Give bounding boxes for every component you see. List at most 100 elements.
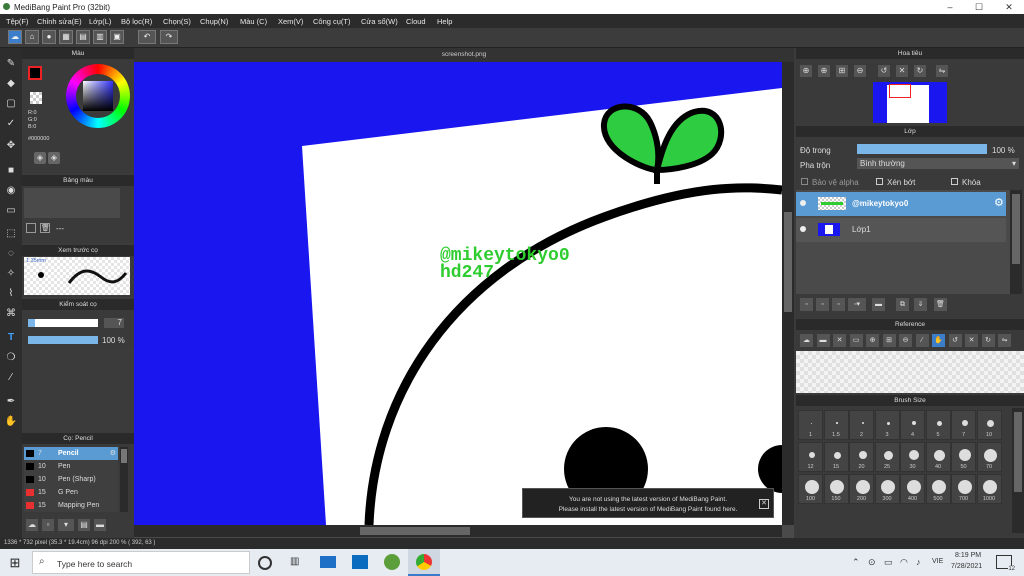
ref-flip-icon[interactable]: ⇋ (998, 334, 1011, 347)
tray-app-icon[interactable]: ⊙ (868, 557, 876, 568)
ref-zoom-out-icon[interactable]: ⊕ (866, 334, 879, 347)
canvas-area[interactable]: @mikeytokyo0 hd247 (134, 48, 794, 538)
rect-tool-icon[interactable]: ▢ (3, 96, 19, 112)
brush-size-slider[interactable] (28, 319, 98, 327)
new-folder-icon[interactable]: ▬ (872, 298, 885, 311)
new-layer-8bit-icon[interactable]: ▫ (816, 298, 829, 311)
panel-icon[interactable]: ▣ (110, 30, 124, 44)
brush-list-scrollbar[interactable] (120, 447, 128, 512)
brush-size-cell[interactable]: 1 (798, 410, 823, 440)
brush-size-cell[interactable]: 40 (925, 442, 951, 472)
canvas-image[interactable]: @mikeytokyo0 hd247 (134, 62, 782, 525)
menu-edit[interactable]: Chỉnh sửa(E) (37, 17, 82, 26)
brush-item[interactable]: 10 Pen (Sharp) (24, 473, 118, 486)
brush-size-cell[interactable]: 25 (874, 442, 900, 472)
color-wheel[interactable] (66, 64, 130, 128)
rotate-left-icon[interactable]: ↺ (878, 65, 890, 77)
brush-size-cell[interactable]: 2 (849, 410, 874, 440)
magic-wand-icon[interactable]: ✧ (3, 266, 19, 282)
maximize-button[interactable]: ☐ (964, 0, 994, 14)
mail-icon[interactable] (320, 556, 336, 568)
layer-opacity-slider[interactable] (857, 144, 987, 154)
ref-reset-icon[interactable]: ✕ (965, 334, 978, 347)
ref-zoom-in-icon[interactable]: ▭ (849, 334, 863, 347)
ref-hand-icon[interactable]: ✋ (932, 334, 945, 347)
home-icon[interactable]: ⌂ (25, 30, 39, 44)
layer-visibility-icon[interactable] (800, 200, 806, 206)
color-picker-icon[interactable]: ◈ (48, 152, 60, 164)
brush-opacity-slider[interactable] (28, 336, 98, 344)
brush-size-value[interactable]: 7 (104, 318, 124, 328)
menu-window[interactable]: Cửa sổ(W) (361, 17, 398, 26)
brush-cloud-icon[interactable]: ☁ (26, 519, 38, 531)
tray-chevron-icon[interactable]: ⌃ (852, 557, 860, 568)
balloon-tool-icon[interactable]: ❍ (3, 350, 19, 366)
menu-color[interactable]: Màu (C) (240, 17, 267, 26)
tray-date[interactable]: 7/28/2021 (951, 563, 982, 570)
eyedropper2-icon[interactable]: ✒ (3, 394, 19, 410)
brush-tool-icon[interactable]: ✎ (3, 56, 19, 72)
new-layer-icon[interactable]: ▫ (800, 298, 813, 311)
select-pen-icon[interactable]: ⌇ (3, 286, 19, 302)
zoom-out-icon[interactable]: ⊕ (818, 65, 830, 77)
brush-file-icon[interactable]: ▤ (78, 519, 90, 531)
ref-rotate-left-icon[interactable]: ↺ (948, 334, 962, 347)
brush-item[interactable]: 7 Pencil ⚙ (24, 447, 118, 460)
lock-checkbox[interactable] (951, 178, 958, 185)
brush-size-cell[interactable]: 500 (925, 474, 951, 504)
reset-view-icon[interactable]: ✕ (896, 65, 908, 77)
notification-center-icon[interactable]: 12 (996, 555, 1015, 572)
tray-network-icon[interactable]: ◠ (900, 557, 908, 568)
select-eraser-icon[interactable]: ⌘ (3, 306, 19, 322)
eyedropper-icon[interactable]: ⁄ (3, 370, 19, 386)
notification-close-icon[interactable]: ✕ (759, 499, 769, 509)
brush-size-cell[interactable]: 100 (798, 474, 823, 504)
lasso-tool-icon[interactable]: ◌ (3, 246, 19, 262)
menu-file[interactable]: Tệp(F) (6, 17, 29, 26)
ref-rotate-right-icon[interactable]: ↻ (981, 334, 995, 347)
brush-size-cell[interactable]: 30 (900, 442, 925, 472)
ref-eyedropper-icon[interactable]: ⁄ (915, 334, 929, 347)
brush-item[interactable]: 15 Mapping Pen (24, 499, 118, 512)
new-layer-1bit-icon[interactable]: ▫ (832, 298, 845, 311)
task-view-icon[interactable]: ▥ (290, 556, 304, 569)
menu-help[interactable]: Help (437, 17, 452, 26)
brush-size-cell[interactable]: 50 (951, 442, 976, 472)
color-square[interactable] (83, 81, 113, 111)
cortana-icon[interactable] (258, 556, 272, 570)
layer-row-text[interactable]: @mikeytokyo0 ⚙ (796, 192, 1006, 216)
palette-delete-icon[interactable]: 🗑 (40, 223, 50, 233)
brush-size-cell[interactable]: 400 (900, 474, 925, 504)
chrome-taskbar-button[interactable] (408, 549, 440, 576)
canvas-tab[interactable]: screenshot.png (134, 48, 794, 62)
medibang-taskbar-icon[interactable] (384, 554, 400, 570)
brush-size-cell[interactable]: 150 (823, 474, 849, 504)
fit-icon[interactable]: ⊞ (836, 65, 848, 77)
rotate-right-icon[interactable]: ↻ (914, 65, 926, 77)
brush-size-cell[interactable]: 7 (951, 410, 976, 440)
layer-scrollbar[interactable] (1010, 190, 1022, 294)
menu-tools[interactable]: Công cụ(T) (313, 17, 351, 26)
tray-time[interactable]: 8:19 PM (955, 552, 981, 559)
menu-capture[interactable]: Chụp(N) (200, 17, 228, 26)
layer-visibility-icon[interactable] (800, 226, 806, 232)
brush-size-cell[interactable]: 1.5 (823, 410, 849, 440)
grid-icon[interactable]: ▤ (76, 30, 90, 44)
palette-area[interactable] (24, 188, 120, 218)
brush-size-cell[interactable]: 200 (849, 474, 874, 504)
zoom-in-icon[interactable]: ⊕ (800, 65, 812, 77)
new-halftone-layer-icon[interactable]: ▫▾ (848, 298, 866, 311)
brush-menu-icon[interactable]: ▾ (58, 519, 74, 531)
horizontal-scrollbar[interactable] (134, 525, 782, 537)
layout-icon[interactable]: ▦ (59, 30, 73, 44)
close-button[interactable]: ✕ (994, 0, 1024, 14)
tray-volume-icon[interactable]: ♪ (916, 557, 921, 567)
brush-size-cell[interactable]: 12 (798, 442, 823, 472)
brush-size-cell[interactable]: 10 (976, 410, 1002, 440)
reference-area[interactable] (796, 351, 1024, 393)
menu-filter[interactable]: Bộ lọc(R) (121, 17, 152, 26)
delete-layer-icon[interactable]: 🗑 (934, 298, 947, 311)
eraser-tool-icon[interactable]: ◆ (3, 76, 19, 92)
chat-icon[interactable]: ● (42, 30, 56, 44)
transparent-swatch[interactable] (30, 92, 42, 104)
